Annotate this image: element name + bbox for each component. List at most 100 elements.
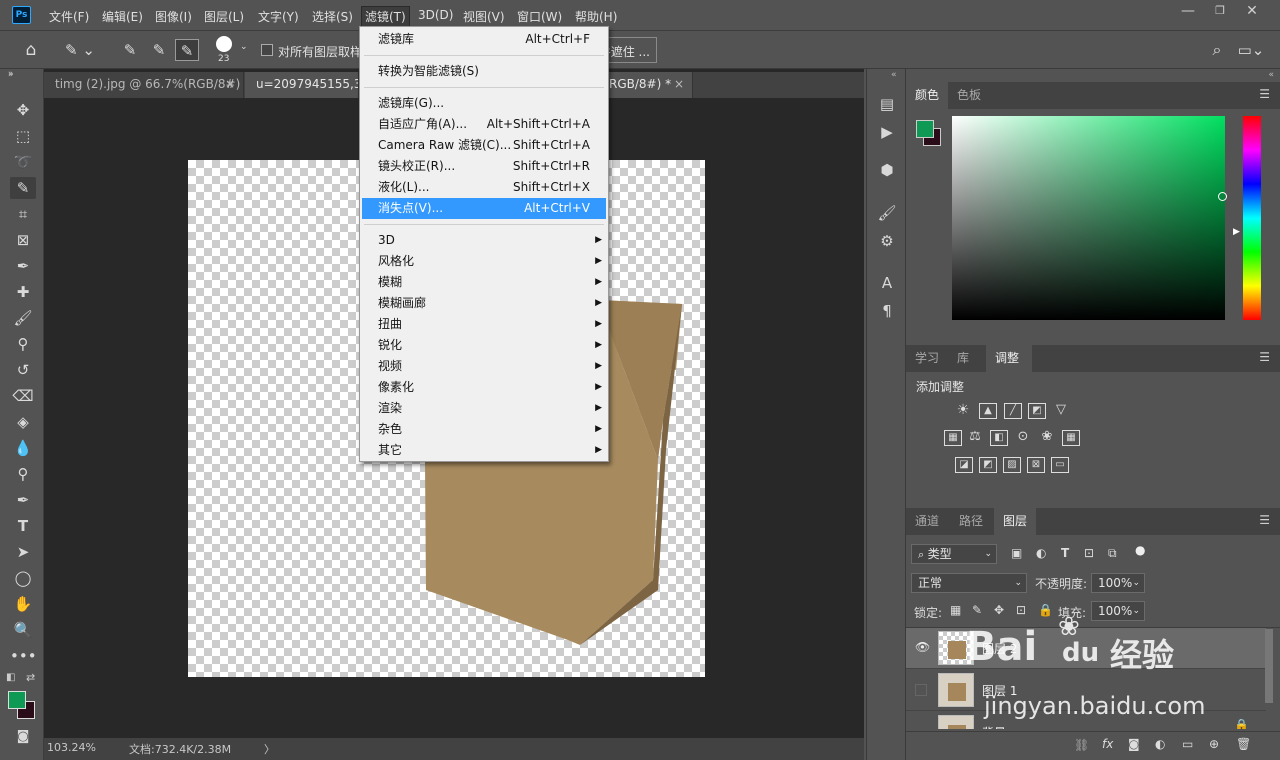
filter-shape-icon[interactable]: ⊡ [1084,546,1094,560]
menu-item-filter-gallery-last[interactable]: 滤镜库 Alt+Ctrl+F [362,29,606,50]
swap-colors-icon[interactable]: ⇄ [26,671,35,684]
hue-slider[interactable] [1243,116,1261,320]
panel-menu-icon[interactable]: ☰ [1259,87,1270,101]
workspace-icon[interactable]: ▭⌄ [1237,39,1265,61]
character-panel-icon[interactable]: A [875,272,899,294]
default-colors-icon[interactable]: ◧ [6,672,15,683]
paragraph-panel-icon[interactable]: ¶ [875,300,899,322]
tool-preset-icon[interactable]: ✎ ⌄ [60,39,100,61]
menu-item-stylize[interactable]: 风格化 ▶ [362,251,606,272]
levels-icon[interactable]: ▲ [979,403,997,419]
panel-menu-icon[interactable]: ☰ [1259,513,1270,527]
search-icon[interactable]: ⌕ [1205,39,1229,61]
menu-item-distort[interactable]: 扭曲 ▶ [362,314,606,335]
eyedropper-tool-icon[interactable]: ✒ [10,255,36,277]
history-panel-icon[interactable]: ▤ [875,93,899,115]
eraser-tool-icon[interactable]: ⌫ [10,385,36,407]
menu-item-noise[interactable]: 杂色 ▶ [362,419,606,440]
lasso-tool-icon[interactable]: ➰ [10,151,36,173]
menu-item-pixelate[interactable]: 像素化 ▶ [362,377,606,398]
lock-all-icon[interactable]: 🔒 [1038,603,1053,617]
selective-color-icon[interactable]: ⊠ [1027,457,1045,473]
fx-icon[interactable]: fx [1102,737,1113,751]
blur-tool-icon[interactable]: 💧 [10,437,36,459]
filter-toggle-icon[interactable]: ● [1135,543,1145,557]
zoom-tool-icon[interactable]: 🔍 [10,619,36,641]
menu-item-render[interactable]: 渲染 ▶ [362,398,606,419]
tab-close-icon[interactable]: × [674,72,684,97]
lock-image-icon[interactable]: ✎ [972,603,982,617]
menu-item-liquify[interactable]: 液化(L)... Shift+Ctrl+X [362,177,606,198]
black-white-icon[interactable]: ◧ [990,430,1008,446]
hue-slider-handle-icon[interactable]: ▶ [1233,227,1240,237]
threshold-icon[interactable]: ▨ [1003,457,1021,473]
tab-paths[interactable]: 路径 [950,508,992,535]
status-arrow-icon[interactable]: 〉 [264,741,275,757]
subtract-selection-icon[interactable]: ✎ [175,39,199,61]
paint-bucket-tool-icon[interactable]: ◈ [10,411,36,433]
move-tool-icon[interactable]: ✥ [10,99,36,121]
menu-item-camera-raw[interactable]: Camera Raw 滤镜(C)... Shift+Ctrl+A [362,135,606,156]
ellipse-tool-icon[interactable]: ◯ [10,567,36,589]
foreground-color-swatch[interactable] [8,691,26,709]
menu-file[interactable]: 文件(F) [49,8,89,25]
sample-all-checkbox[interactable] [261,44,273,56]
brush-size-dot[interactable] [216,36,232,52]
new-group-icon[interactable]: ▭ [1182,737,1193,751]
zoom-level[interactable]: 103.24% [47,741,96,754]
exposure-icon[interactable]: ◩ [1028,403,1046,419]
menu-item-convert-smart-filter[interactable]: 转换为智能滤镜(S) [362,61,606,82]
tab-channels[interactable]: 通道 [906,508,948,535]
tab-u-image[interactable]: u=2097945155,37 [245,72,359,98]
add-selection-icon[interactable]: ✎ [147,39,171,61]
menu-window[interactable]: 窗口(W) [517,8,562,25]
close-window-button[interactable]: ✕ [1236,0,1268,22]
menu-type[interactable]: 文字(Y) [258,8,299,25]
crop-tool-icon[interactable]: ⌗ [10,203,36,225]
lock-transparent-icon[interactable]: ▦ [950,603,961,617]
filter-smart-object-icon[interactable]: ⧉ [1108,546,1117,561]
add-mask-icon[interactable]: ◙ [1128,737,1140,751]
lock-position-icon[interactable]: ✥ [994,603,1004,617]
panels-collapse-icon[interactable]: « [1268,70,1274,80]
minimize-button[interactable]: — [1172,0,1204,22]
menu-3d[interactable]: 3D(D) [418,8,453,22]
menu-item-blur-gallery[interactable]: 模糊画廊 ▶ [362,293,606,314]
menu-item-lens-correction[interactable]: 镜头校正(R)... Shift+Ctrl+R [362,156,606,177]
menu-item-other[interactable]: 其它 ▶ [362,440,606,461]
layer-name[interactable]: 图层 2 [982,640,1017,657]
color-fg-swatch[interactable] [916,120,934,138]
menu-select[interactable]: 选择(S) [312,8,353,25]
vibrance-icon[interactable]: ▽ [1052,403,1070,419]
path-selection-tool-icon[interactable]: ➤ [10,541,36,563]
color-balance-icon[interactable]: ⚖ [966,430,984,446]
menu-image[interactable]: 图像(I) [155,8,192,25]
layer-row[interactable]: 图层 1 [906,670,1266,711]
menu-view[interactable]: 视图(V) [463,8,505,25]
menu-item-vanishing-point[interactable]: 消失点(V)... Alt+Ctrl+V [362,198,606,219]
layer-name[interactable]: 背景 [982,724,1006,729]
home-icon[interactable]: ⌂ [19,39,43,61]
invert-icon[interactable]: ◪ [955,457,973,473]
marquee-tool-icon[interactable]: ⬚ [10,125,36,147]
tab-adjustments[interactable]: 调整 [986,345,1032,372]
filter-adjustment-icon[interactable]: ◐ [1036,546,1046,560]
brush-dropdown-icon[interactable]: ⌄ [240,42,248,52]
menu-help[interactable]: 帮助(H) [575,8,617,25]
select-and-mask-button[interactable]: 选择并遮住 ... [609,37,657,63]
photo-filter-icon[interactable]: ⊙ [1014,430,1032,446]
new-selection-icon[interactable]: ✎ [118,39,142,61]
menu-filter[interactable]: 滤镜(T) [361,6,410,27]
layer-filter-select[interactable]: ⌕ 类型 ⌄ [911,544,997,564]
lock-artboard-icon[interactable]: ⊡ [1016,603,1026,617]
actions-panel-icon[interactable]: ▶ [875,121,899,143]
pen-tool-icon[interactable]: ✒ [10,489,36,511]
link-layers-icon[interactable]: ⛓ [1074,738,1089,752]
menu-item-adaptive-wide-angle[interactable]: 自适应广角(A)... Alt+Shift+Ctrl+A [362,114,606,135]
filter-type-icon[interactable]: T [1061,546,1069,560]
dodge-tool-icon[interactable]: ⚲ [10,463,36,485]
layer-name[interactable]: 图层 1 [982,682,1017,699]
type-tool-icon[interactable]: T [10,515,36,537]
brightness-icon[interactable]: ☀ [954,403,972,419]
visibility-toggle-empty[interactable] [915,684,927,696]
